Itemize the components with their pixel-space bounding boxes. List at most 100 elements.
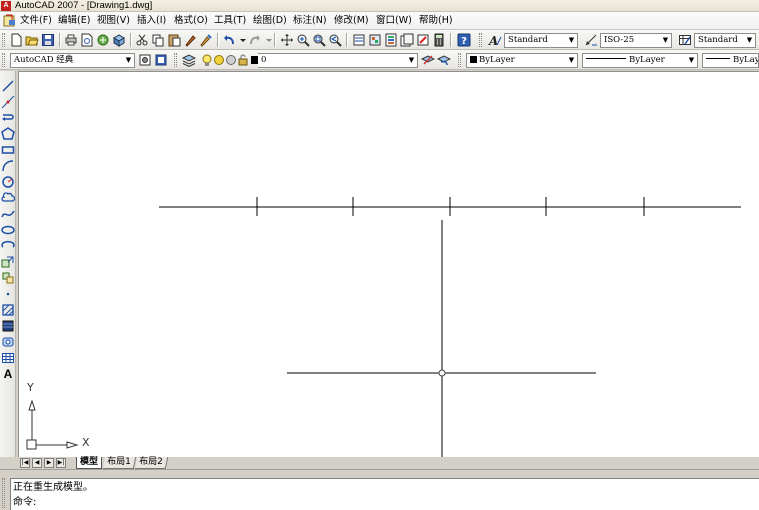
autocad-app-icon[interactable]: A bbox=[1, 1, 11, 11]
text-style-manager-icon[interactable]: A bbox=[488, 33, 502, 47]
properties-icon[interactable] bbox=[352, 33, 366, 47]
separator bbox=[450, 33, 451, 47]
next-tab-button[interactable]: ▶ bbox=[44, 458, 54, 468]
separator bbox=[217, 33, 218, 47]
menu-tools[interactable]: 工具(T) bbox=[214, 12, 246, 30]
zoom-window-icon[interactable] bbox=[312, 33, 326, 47]
text-style-dropdown[interactable]: Standard ▼ bbox=[504, 33, 578, 48]
redo-icon[interactable] bbox=[248, 33, 262, 47]
match-properties-icon[interactable] bbox=[183, 33, 197, 47]
menu-modify[interactable]: 修改(M) bbox=[334, 12, 369, 30]
color-dropdown[interactable]: ByLayer ▼ bbox=[466, 53, 578, 68]
color-swatch bbox=[470, 56, 477, 63]
save-icon[interactable] bbox=[41, 33, 55, 47]
layer-color-swatch-icon[interactable] bbox=[248, 53, 259, 67]
multiline-text-icon[interactable]: A bbox=[2, 367, 14, 381]
line-tool-icon[interactable] bbox=[1, 79, 15, 93]
intersection-marker[interactable] bbox=[438, 369, 446, 377]
first-tab-button[interactable]: |◀ bbox=[20, 458, 30, 468]
menu-dimension[interactable]: 标注(N) bbox=[293, 12, 327, 30]
cut-icon[interactable] bbox=[135, 33, 149, 47]
construction-line-icon[interactable] bbox=[1, 95, 15, 109]
plot-preview-icon[interactable] bbox=[80, 33, 94, 47]
document-icon[interactable] bbox=[3, 14, 17, 27]
3d-dwf-icon[interactable] bbox=[112, 33, 126, 47]
table-style-dropdown[interactable]: Standard ▼ bbox=[694, 33, 756, 48]
menu-file[interactable]: 文件(F) bbox=[20, 12, 52, 30]
new-file-icon[interactable] bbox=[9, 33, 23, 47]
save-workspace-icon[interactable] bbox=[154, 53, 168, 67]
drawing-canvas[interactable]: Y X bbox=[18, 71, 759, 458]
ellipse-arc-icon[interactable] bbox=[1, 239, 15, 253]
tab-model[interactable]: 模型 bbox=[76, 457, 103, 469]
command-history-box[interactable]: 正在重生成模型。 命令: bbox=[10, 478, 759, 510]
layer-manager-icon[interactable] bbox=[182, 53, 196, 67]
zoom-previous-icon[interactable] bbox=[328, 33, 342, 47]
help-icon[interactable]: ? bbox=[457, 33, 471, 47]
undo-icon[interactable] bbox=[222, 33, 236, 47]
toolbar-grip[interactable] bbox=[458, 53, 461, 67]
rectangle-icon[interactable] bbox=[1, 143, 15, 157]
sheet-set-manager-icon[interactable] bbox=[400, 33, 414, 47]
zoom-realtime-icon[interactable] bbox=[296, 33, 310, 47]
hatch-icon[interactable] bbox=[1, 303, 15, 317]
toolbar-grip[interactable] bbox=[2, 33, 5, 47]
layer-dropdown[interactable]: 0 ▼ bbox=[258, 53, 418, 68]
command-history-line: 正在重生成模型。 bbox=[13, 482, 93, 493]
menu-draw[interactable]: 绘图(D) bbox=[253, 12, 287, 30]
linetype-dropdown[interactable]: ByLayer ▼ bbox=[582, 53, 698, 68]
table-icon[interactable] bbox=[1, 351, 15, 365]
design-center-icon[interactable] bbox=[368, 33, 382, 47]
lineweight-dropdown[interactable]: ByLayer bbox=[702, 53, 759, 68]
chevron-down-icon: ▼ bbox=[125, 56, 132, 64]
polygon-icon[interactable] bbox=[1, 127, 15, 141]
dimension-style-manager-icon[interactable] bbox=[584, 33, 598, 47]
publish-icon[interactable] bbox=[96, 33, 110, 47]
command-prompt[interactable]: 命令: bbox=[13, 496, 36, 509]
menu-edit[interactable]: 编辑(E) bbox=[58, 12, 90, 30]
arc-icon[interactable] bbox=[1, 159, 15, 173]
point-icon[interactable] bbox=[1, 287, 15, 301]
quickcalc-icon[interactable] bbox=[432, 33, 446, 47]
drawing-geometry[interactable] bbox=[19, 72, 759, 458]
make-object-layer-current-icon[interactable] bbox=[421, 53, 435, 67]
print-icon[interactable] bbox=[64, 33, 78, 47]
block-editor-icon[interactable] bbox=[199, 33, 213, 47]
copy-icon[interactable] bbox=[151, 33, 165, 47]
gradient-icon[interactable] bbox=[1, 319, 15, 333]
tool-palettes-icon[interactable] bbox=[384, 33, 398, 47]
workspace-dropdown[interactable]: AutoCAD 经典 ▼ bbox=[10, 53, 135, 68]
color-value: ByLayer bbox=[479, 55, 515, 65]
spline-icon[interactable] bbox=[1, 207, 15, 221]
menu-help[interactable]: 帮助(H) bbox=[419, 12, 453, 30]
open-file-icon[interactable] bbox=[25, 33, 39, 47]
tab-layout2[interactable]: 布局2 bbox=[134, 457, 169, 469]
menu-window[interactable]: 窗口(W) bbox=[376, 12, 412, 30]
undo-dropdown-icon[interactable] bbox=[236, 33, 246, 47]
menu-format[interactable]: 格式(O) bbox=[174, 12, 208, 30]
paste-icon[interactable] bbox=[167, 33, 181, 47]
previous-tab-button[interactable]: ◀ bbox=[32, 458, 42, 468]
layer-previous-icon[interactable] bbox=[437, 53, 451, 67]
insert-block-icon[interactable] bbox=[1, 255, 15, 269]
redo-dropdown-icon[interactable] bbox=[262, 33, 272, 47]
toolbar-grip[interactable] bbox=[479, 33, 482, 47]
table-style-manager-icon[interactable] bbox=[678, 33, 692, 47]
last-tab-button[interactable]: ▶| bbox=[56, 458, 66, 468]
menu-insert[interactable]: 插入(I) bbox=[137, 12, 166, 30]
dimension-style-dropdown[interactable]: ISO-25 ▼ bbox=[600, 33, 672, 48]
polyline-icon[interactable] bbox=[1, 111, 15, 125]
revision-cloud-icon[interactable] bbox=[1, 191, 15, 205]
pan-icon[interactable] bbox=[280, 33, 294, 47]
ellipse-icon[interactable] bbox=[1, 223, 15, 237]
workspace-settings-icon[interactable] bbox=[138, 53, 152, 67]
circle-icon[interactable] bbox=[1, 175, 15, 189]
toolbar-grip[interactable] bbox=[2, 53, 5, 67]
toolbar-grip[interactable] bbox=[174, 53, 177, 67]
make-block-icon[interactable] bbox=[1, 271, 15, 285]
region-icon[interactable] bbox=[1, 335, 15, 349]
tab-layout1[interactable]: 布局1 bbox=[102, 457, 137, 469]
command-window-grip[interactable] bbox=[2, 478, 5, 508]
markup-set-manager-icon[interactable] bbox=[416, 33, 430, 47]
menu-view[interactable]: 视图(V) bbox=[97, 12, 130, 30]
